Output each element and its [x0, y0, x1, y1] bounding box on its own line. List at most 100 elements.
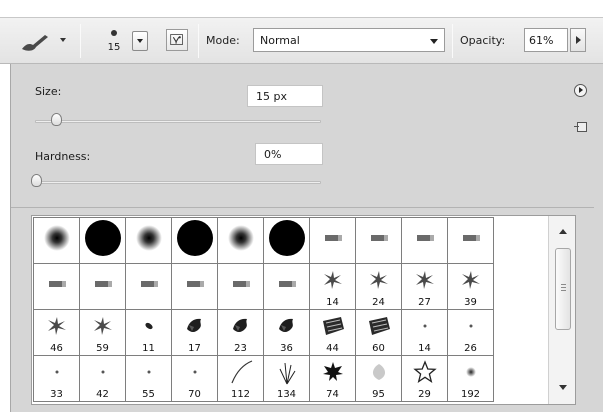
- panel-menu-icon[interactable]: [574, 84, 587, 97]
- brush-size-label: 44: [326, 343, 339, 354]
- brush-preset-cell[interactable]: 60: [355, 309, 402, 356]
- brush-scatter-icon: [459, 269, 483, 291]
- new-preset-icon[interactable]: [574, 122, 587, 132]
- brush-hard-round-icon: [268, 220, 305, 257]
- tool-preset-arrow-icon[interactable]: [60, 38, 66, 42]
- brush-scatter-icon: [413, 269, 437, 291]
- brush-size-label: 26: [464, 343, 477, 354]
- hardness-slider-thumb[interactable]: [31, 174, 42, 187]
- brush-preset-cell[interactable]: [125, 217, 172, 264]
- brush-leaf-icon: [229, 315, 253, 337]
- brush-size-label: 42: [96, 389, 109, 400]
- brush-hard-round-icon: [84, 220, 121, 257]
- opacity-slider-button[interactable]: [570, 28, 586, 52]
- hardness-input[interactable]: 0%: [255, 143, 323, 165]
- brush-preset-cell[interactable]: 74: [309, 355, 356, 402]
- brush-preset-cell[interactable]: 23: [217, 309, 264, 356]
- brush-preset-cell[interactable]: 27: [401, 263, 448, 310]
- opacity-input[interactable]: 61%: [524, 28, 568, 52]
- brush-preset-cell[interactable]: 14: [309, 263, 356, 310]
- brush-preset-cell[interactable]: [447, 217, 494, 264]
- size-slider-track[interactable]: [35, 120, 321, 123]
- size-input[interactable]: 15 px: [247, 85, 323, 107]
- brush-preset-cell[interactable]: 59: [79, 309, 126, 356]
- brush-preset-cell[interactable]: 134: [263, 355, 310, 402]
- brush-scatter-icon: [367, 269, 391, 291]
- scroll-up-icon[interactable]: [559, 229, 567, 234]
- brush-picker-button[interactable]: [132, 31, 148, 51]
- brush-preset-cell[interactable]: [171, 217, 218, 264]
- brush-panel-toggle-button[interactable]: [166, 29, 188, 51]
- brush-preset-cell[interactable]: [217, 263, 264, 310]
- size-label: Size:: [35, 85, 62, 98]
- brush-chalk-icon: [320, 315, 346, 337]
- brush-grid: 14 24 27 39 46 59 11 17 23 36 44 60 14 26 33 42 55 70 112 1…: [33, 217, 494, 402]
- divider: [11, 207, 594, 208]
- brush-preset-cell[interactable]: [263, 263, 310, 310]
- brush-preset-cell[interactable]: 33: [33, 355, 80, 402]
- brush-preset-cell[interactable]: [263, 217, 310, 264]
- brush-dot-icon: [469, 324, 472, 328]
- brush-preset-cell[interactable]: 44: [309, 309, 356, 356]
- mode-select[interactable]: Normal: [253, 28, 445, 52]
- brush-petal-icon: [368, 362, 390, 382]
- brush-dot-icon: [423, 324, 426, 328]
- brush-preset-cell[interactable]: [79, 263, 126, 310]
- brush-preset-cell[interactable]: [79, 217, 126, 264]
- brush-size-label: 74: [326, 389, 339, 400]
- brush-size-label: 59: [96, 343, 109, 354]
- brush-preset-cell[interactable]: [33, 263, 80, 310]
- brush-preset-cell[interactable]: [33, 217, 80, 264]
- brush-preset-cell[interactable]: 95: [355, 355, 402, 402]
- brush-preset-cell[interactable]: 26: [447, 309, 494, 356]
- brush-leaf-icon: [183, 315, 207, 337]
- brush-calligraphic-icon: [92, 278, 114, 290]
- brush-scatter-icon: [45, 315, 69, 337]
- brush-scatter-icon: [321, 269, 345, 291]
- brush-preset-cell[interactable]: [171, 263, 218, 310]
- brush-soft-round-icon: [135, 225, 162, 252]
- brush-calligraphic-icon: [414, 232, 436, 244]
- brush-preset-cell[interactable]: 11: [125, 309, 172, 356]
- scroll-down-icon[interactable]: [559, 385, 567, 390]
- brush-preset-cell[interactable]: 24: [355, 263, 402, 310]
- brush-size-label: 46: [50, 343, 63, 354]
- brush-preset-cell[interactable]: 36: [263, 309, 310, 356]
- brush-preset-panel: Size: 15 px Hardness: 0% 14 24 27 39 46 59 11 1…: [10, 64, 603, 412]
- brush-preset-cell[interactable]: 70: [171, 355, 218, 402]
- brush-size-label: 33: [50, 389, 63, 400]
- brush-preset-cell[interactable]: 112: [217, 355, 264, 402]
- separator: [198, 24, 199, 58]
- brush-preset-cell[interactable]: 14: [401, 309, 448, 356]
- brush-dab-icon: [142, 321, 156, 331]
- brush-size-label: 36: [280, 343, 293, 354]
- brush-preset-cell[interactable]: 55: [125, 355, 172, 402]
- brush-preset-cell[interactable]: [309, 217, 356, 264]
- brush-preset-cell[interactable]: 192: [447, 355, 494, 402]
- brush-preset-cell[interactable]: [355, 217, 402, 264]
- brush-preset-cell[interactable]: [125, 263, 172, 310]
- brush-preset-cell[interactable]: 29: [401, 355, 448, 402]
- brush-calligraphic-icon: [460, 232, 482, 244]
- brush-preset-cell[interactable]: 46: [33, 309, 80, 356]
- hardness-slider-track[interactable]: [35, 181, 321, 184]
- mode-value: Normal: [260, 34, 300, 47]
- brush-preset-cell[interactable]: 42: [79, 355, 126, 402]
- brush-preset-cell[interactable]: 17: [171, 309, 218, 356]
- brush-tool-icon[interactable]: [20, 32, 50, 52]
- chevron-down-icon: [430, 39, 438, 44]
- brush-grass-icon: [274, 359, 300, 385]
- brush-preset-cell[interactable]: 39: [447, 263, 494, 310]
- brush-size-label: 70: [188, 389, 201, 400]
- opacity-label: Opacity:: [460, 34, 506, 47]
- brush-calligraphic-icon: [276, 278, 298, 290]
- brush-size-label: 17: [188, 343, 201, 354]
- brush-preset-cell[interactable]: [217, 217, 264, 264]
- options-bar: 15 Mode: Normal Opacity: 61%: [0, 17, 603, 64]
- mode-label: Mode:: [206, 34, 240, 47]
- size-slider-thumb[interactable]: [51, 113, 63, 126]
- brush-dot-icon: [55, 370, 58, 374]
- brush-chalk-icon: [366, 315, 392, 337]
- brush-preset-cell[interactable]: [401, 217, 448, 264]
- scrollbar[interactable]: [548, 216, 575, 404]
